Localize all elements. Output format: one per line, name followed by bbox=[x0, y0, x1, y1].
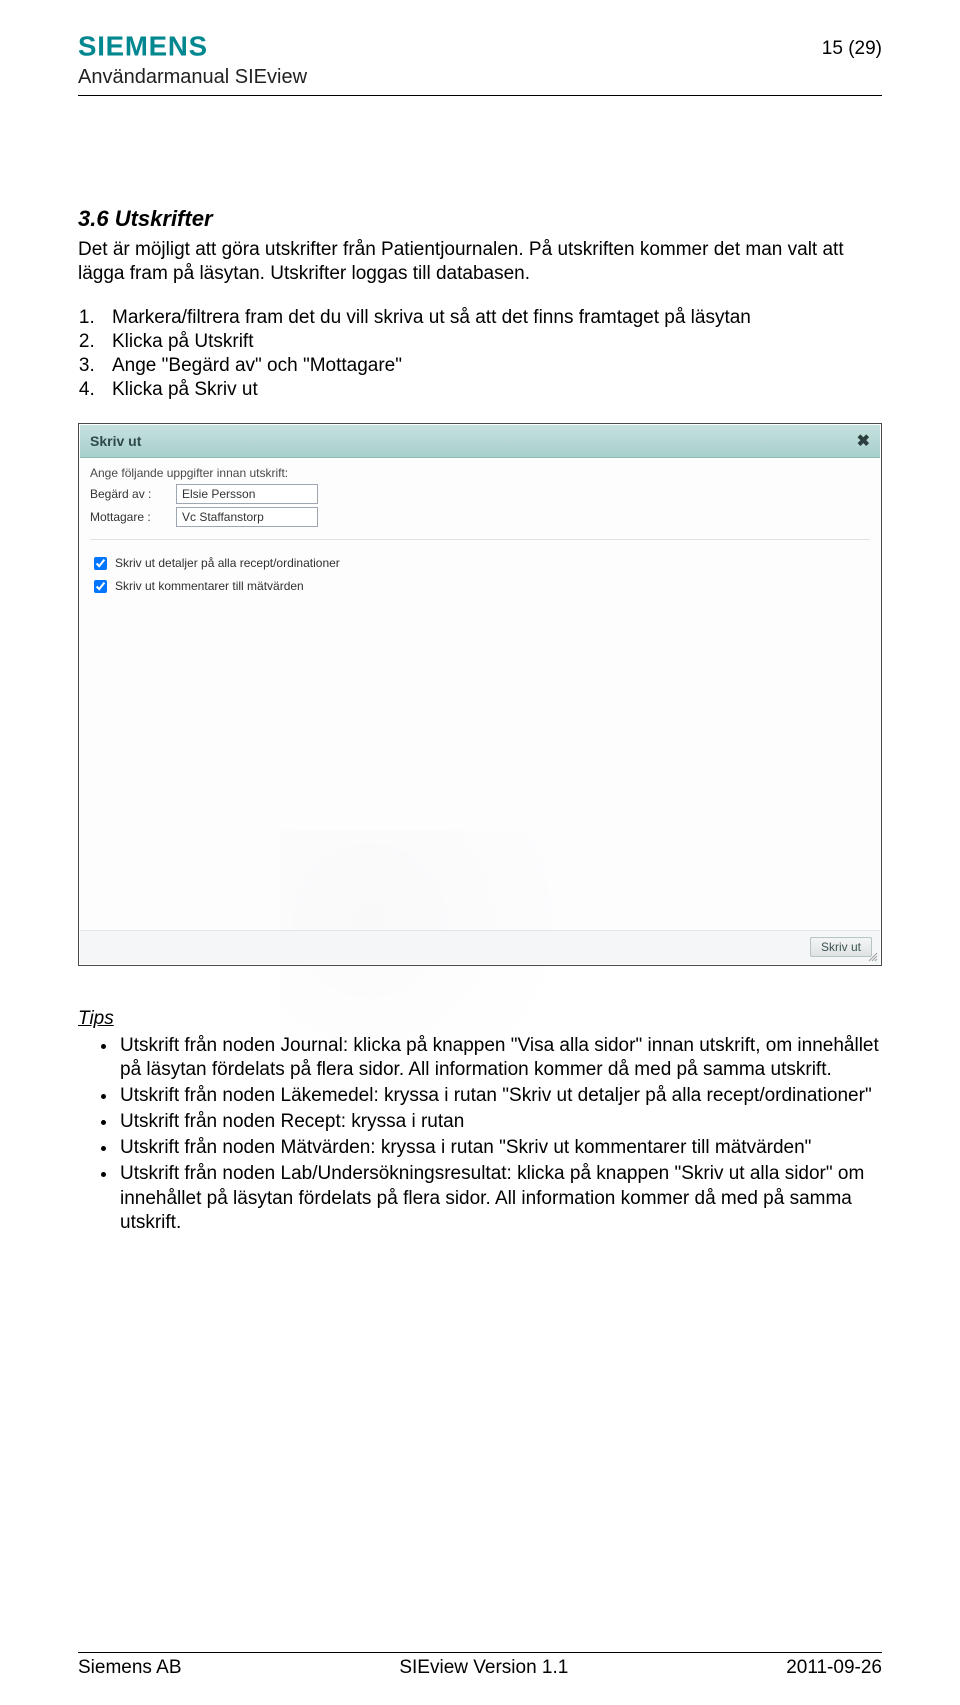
brand-logo: SIEMENS bbox=[78, 32, 307, 62]
header-rule bbox=[78, 95, 882, 96]
dialog-divider bbox=[90, 539, 870, 540]
checkbox-details[interactable] bbox=[94, 557, 107, 570]
svg-text:SIEMENS: SIEMENS bbox=[78, 32, 208, 62]
resize-grip-icon[interactable] bbox=[866, 950, 878, 962]
mottagare-input[interactable] bbox=[176, 507, 318, 527]
doc-subtitle: Användarmanual SIEview bbox=[78, 66, 307, 89]
checkbox-comments-label: Skriv ut kommentarer till mätvärden bbox=[115, 579, 304, 593]
tips-item: Utskrift från noden Recept: kryssa i rut… bbox=[118, 1110, 882, 1134]
skriv-ut-button[interactable]: Skriv ut bbox=[810, 937, 872, 957]
tips-heading: Tips bbox=[78, 1008, 882, 1030]
footer-rule bbox=[78, 1652, 882, 1653]
document-footer: Siemens AB SIEview Version 1.1 2011-09-2… bbox=[78, 1652, 882, 1679]
tips-list: Utskrift från noden Journal: klicka på k… bbox=[118, 1034, 882, 1235]
tips-item: Utskrift från noden Läkemedel: kryssa i … bbox=[118, 1084, 882, 1108]
field-label-begard-av: Begärd av : bbox=[90, 487, 176, 501]
tips-item: Utskrift från noden Lab/Undersökningsres… bbox=[118, 1162, 882, 1234]
procedure-list: Markera/filtrera fram det du vill skriva… bbox=[100, 306, 882, 403]
dialog-screenshot: Skriv ut ✖ Ange följande uppgifter innan… bbox=[78, 423, 882, 966]
close-icon[interactable]: ✖ bbox=[857, 431, 870, 451]
procedure-step: Ange "Begärd av" och "Mottagare" bbox=[100, 354, 882, 378]
procedure-step: Markera/filtrera fram det du vill skriva… bbox=[100, 306, 882, 330]
dialog-instruction: Ange följande uppgifter innan utskrift: bbox=[90, 466, 870, 480]
procedure-step: Klicka på Utskrift bbox=[100, 330, 882, 354]
tips-item: Utskrift från noden Journal: klicka på k… bbox=[118, 1034, 882, 1082]
checkbox-comments[interactable] bbox=[94, 580, 107, 593]
footer-right: 2011-09-26 bbox=[786, 1657, 882, 1679]
tips-item: Utskrift från noden Mätvärden: kryssa i … bbox=[118, 1136, 882, 1160]
footer-center: SIEview Version 1.1 bbox=[399, 1657, 568, 1679]
begard-av-input[interactable] bbox=[176, 484, 318, 504]
field-label-mottagare: Mottagare : bbox=[90, 510, 176, 524]
checkbox-details-label: Skriv ut detaljer på alla recept/ordinat… bbox=[115, 556, 340, 570]
document-header: SIEMENS Användarmanual SIEview 15 (29) bbox=[78, 32, 882, 89]
section-intro: Det är möjligt att göra utskrifter från … bbox=[78, 238, 882, 286]
page-number: 15 (29) bbox=[822, 38, 882, 60]
dialog-title: Skriv ut bbox=[90, 433, 141, 449]
section-heading: 3.6 Utskrifter bbox=[78, 206, 882, 232]
procedure-step: Klicka på Skriv ut bbox=[100, 378, 882, 402]
footer-left: Siemens AB bbox=[78, 1657, 182, 1679]
